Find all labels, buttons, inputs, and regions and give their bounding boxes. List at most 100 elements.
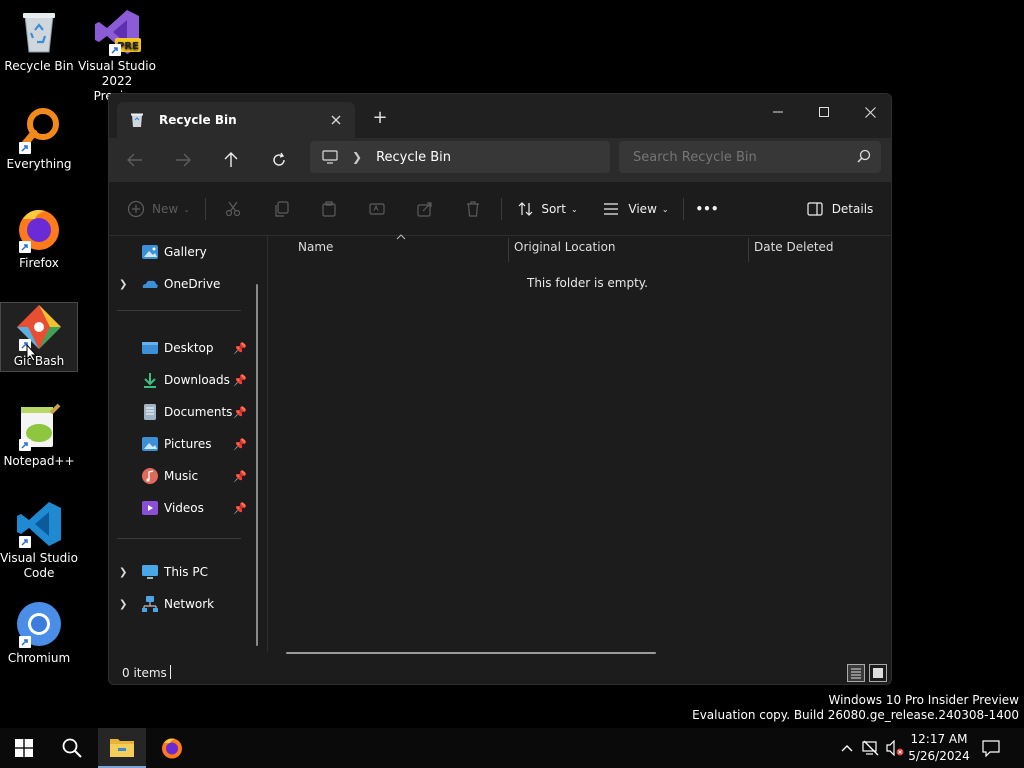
maximize-button[interactable] [801,98,847,126]
new-button[interactable]: New ⌄ [127,195,193,223]
git-bash-icon [15,303,63,351]
pin-icon[interactable]: 📌 [233,342,247,355]
search-input[interactable] [633,149,843,165]
watermark-line2: Evaluation copy. Build 26080.ge_release.… [692,708,1019,722]
rename-button[interactable] [365,195,389,223]
clipboard-icon [322,201,336,217]
command-bar: New ⌄ Sort ⌄ View ⌄ ••• Details [109,182,891,236]
network-status-button[interactable] [861,738,881,758]
title-bar[interactable]: Recycle Bin + [109,94,891,138]
desktop-icon-label: Notepad++ [3,454,75,468]
chevron-right-icon[interactable]: ❯ [119,567,127,578]
column-header-name[interactable]: Name [298,240,333,254]
sidebar-item-this-pc[interactable]: ❯ This PC [109,560,259,584]
share-icon [417,202,432,217]
desktop-icon-visual-studio[interactable]: PRE Visual Studio 2022 Preview [78,8,156,104]
back-button[interactable] [119,146,151,174]
horizontal-scrollbar[interactable] [286,652,656,654]
sort-button[interactable]: Sort ⌄ [515,195,581,223]
taskbar-firefox[interactable] [148,728,196,768]
navigation-pane: Gallery ❯ OneDrive Desktop 📌 Downloads 📌… [109,236,265,652]
pin-icon[interactable]: 📌 [233,502,247,515]
shortcut-arrow-icon [19,536,31,548]
start-button[interactable] [0,728,48,768]
sidebar-item-documents[interactable]: Documents 📌 [109,400,259,424]
sort-label: Sort [541,202,566,216]
sidebar-item-videos[interactable]: Videos 📌 [109,496,259,520]
sidebar-item-label: Gallery [164,245,207,259]
shortcut-arrow-icon [109,44,121,56]
sidebar-item-music[interactable]: Music 📌 [109,464,259,488]
search-button[interactable] [48,728,96,768]
column-header-original-location[interactable]: Original Location [514,240,616,254]
close-tab-button[interactable] [327,111,345,129]
taskbar-file-explorer[interactable] [98,728,146,768]
minimize-button[interactable] [755,98,801,126]
windows-logo-icon [15,739,33,757]
share-button[interactable] [413,195,437,223]
paste-button[interactable] [317,195,341,223]
chevron-down-icon: ⌄ [183,204,190,214]
desktop-icon-recycle-bin[interactable]: Recycle Bin [0,8,78,74]
copy-button[interactable] [269,195,293,223]
up-button[interactable] [215,146,247,174]
tab-recycle-bin[interactable]: Recycle Bin [117,102,355,138]
sidebar-scrollbar[interactable] [256,284,258,646]
column-header-date-deleted[interactable]: Date Deleted [754,240,834,254]
address-bar[interactable]: ❯ Recycle Bin [310,141,610,173]
desktop-icon-vscode[interactable]: Visual Studio Code [0,500,78,581]
sidebar-item-desktop[interactable]: Desktop 📌 [109,336,259,360]
sidebar-item-gallery[interactable]: Gallery [109,240,259,264]
details-pane-button[interactable]: Details [806,195,874,223]
sidebar-item-pictures[interactable]: Pictures 📌 [109,432,259,456]
cut-button[interactable] [221,195,245,223]
tiles-view-toggle[interactable] [869,664,887,682]
details-view-icon [851,668,861,679]
trash-icon [467,201,479,217]
empty-folder-message: This folder is empty. [527,276,648,290]
more-options-button[interactable]: ••• [695,195,719,223]
volume-button[interactable] [885,738,905,758]
chevron-right-icon[interactable]: ❯ [119,279,127,290]
column-divider[interactable] [748,238,749,262]
vscode-icon [15,500,63,548]
column-divider[interactable] [508,238,509,262]
taskbar-clock[interactable]: 12:17 AM 5/26/2024 [906,731,972,765]
pin-icon[interactable]: 📌 [233,406,247,419]
file-explorer-icon [110,739,134,757]
toolbar-divider [501,198,502,220]
details-view-toggle[interactable] [847,664,865,682]
recycle-bin-icon [15,8,63,56]
sort-icon [518,202,533,216]
delete-button[interactable] [461,195,485,223]
show-hidden-icons-button[interactable] [837,738,857,758]
item-count: 0 items [122,666,167,680]
plus-circle-icon [127,200,145,218]
refresh-icon [273,152,285,166]
forward-button[interactable] [167,146,199,174]
desktop-icon-notepad-plus-plus[interactable]: Notepad++ [0,403,78,469]
desktop-icon-firefox[interactable]: Firefox [0,205,78,271]
sidebar-item-network[interactable]: ❯ Network [109,592,259,616]
sidebar-item-label: Downloads [164,373,230,387]
notifications-button[interactable] [981,738,1001,758]
refresh-button[interactable] [263,146,295,174]
close-icon [331,115,341,125]
pin-icon[interactable]: 📌 [233,470,247,483]
sidebar-item-onedrive[interactable]: ❯ OneDrive [109,272,259,296]
desktop-icon-git-bash[interactable]: Git Bash [0,302,78,372]
pin-icon[interactable]: 📌 [233,438,247,451]
search-box[interactable] [619,141,881,173]
shortcut-arrow-icon [19,636,31,648]
pin-icon[interactable]: 📌 [233,374,247,387]
desktop-icon-everything[interactable]: Everything [0,106,78,172]
chevron-right-icon[interactable]: ❯ [119,599,127,610]
new-tab-button[interactable]: + [369,106,391,128]
close-window-button[interactable] [847,98,891,126]
view-button[interactable]: View ⌄ [603,195,669,223]
sidebar-item-downloads[interactable]: Downloads 📌 [109,368,259,392]
breadcrumb-recycle-bin[interactable]: Recycle Bin [376,150,451,165]
shortcut-arrow-icon [19,439,31,451]
desktop-icon-chromium[interactable]: Chromium [0,600,78,666]
clock-date: 5/26/2024 [908,749,970,763]
